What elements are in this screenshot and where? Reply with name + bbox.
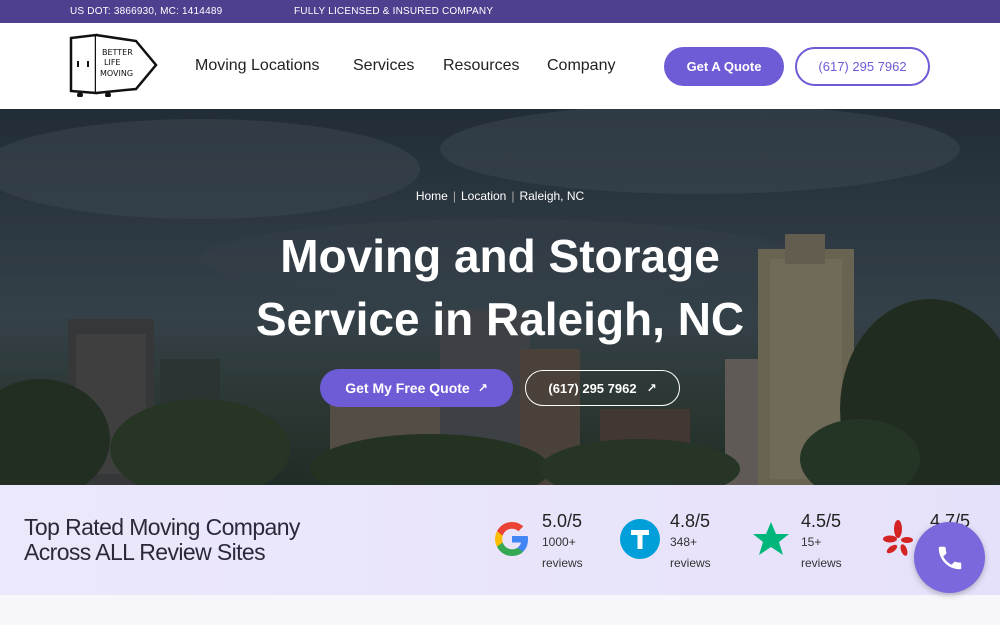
thumbtack-label: reviews xyxy=(670,556,711,570)
breadcrumb: Home | Location | Raleigh, NC xyxy=(415,189,585,203)
phone-icon xyxy=(938,546,961,569)
thumbtack-icon xyxy=(620,519,660,559)
thumbtack-score: 4.8/5 xyxy=(670,511,711,531)
nav-resources[interactable]: Resources xyxy=(443,57,519,75)
dot-mc-text: US DOT: 3866930, MC: 1414489 xyxy=(70,6,223,17)
get-a-quote-button[interactable]: Get A Quote xyxy=(664,47,784,86)
breadcrumb-current: Raleigh, NC xyxy=(519,189,585,203)
google-count: 1000+ xyxy=(542,535,576,549)
review-ratings-strip: Top Rated Moving Company Across ALL Revi… xyxy=(0,485,1000,595)
top-info-bar: US DOT: 3866930, MC: 1414489 FULLY LICEN… xyxy=(0,0,1000,23)
arrow-up-right-icon: ↗ xyxy=(646,381,657,395)
licensed-text: FULLY LICENSED & INSURED COMPANY xyxy=(294,6,494,17)
svg-text:BETTER: BETTER xyxy=(102,48,133,57)
google-icon xyxy=(495,522,528,556)
site-header: BETTER LIFE MOVING Moving Locations Serv… xyxy=(0,23,1000,109)
google-score: 5.0/5 xyxy=(542,511,583,531)
hero-phone-button[interactable]: (617) 295 7962 ↗ xyxy=(525,370,680,406)
nav-company[interactable]: Company xyxy=(547,57,615,75)
thumbtack-count: 348+ xyxy=(670,535,698,549)
svg-text:MOVING: MOVING xyxy=(100,69,133,78)
hero-section: Home | Location | Raleigh, NC Moving and Sto… xyxy=(0,109,1000,485)
header-phone-button[interactable]: (617) 295 7962 xyxy=(795,47,930,86)
free-quote-button[interactable]: Get My Free Quote ↗ xyxy=(320,369,513,407)
floating-call-button[interactable] xyxy=(914,522,985,593)
google-label: reviews xyxy=(542,556,583,570)
trustpilot-label: reviews xyxy=(801,556,842,570)
nav-moving-locations[interactable]: Moving Locations xyxy=(195,57,320,75)
breadcrumb-home[interactable]: Home xyxy=(416,189,448,203)
page-title: Moving and Storage Service in Raleigh, N… xyxy=(255,230,745,345)
trustpilot-count: 15+ xyxy=(801,535,822,549)
next-section-preview xyxy=(0,595,1000,625)
svg-text:LIFE: LIFE xyxy=(104,58,120,67)
arrow-up-right-icon: ↗ xyxy=(477,381,488,395)
trustpilot-score: 4.5/5 xyxy=(801,511,842,531)
reviews-heading: Top Rated Moving Company Across ALL Revi… xyxy=(24,514,300,565)
company-logo[interactable]: BETTER LIFE MOVING xyxy=(68,33,158,98)
breadcrumb-location[interactable]: Location xyxy=(461,189,506,203)
trustpilot-star-icon xyxy=(753,522,789,555)
nav-services[interactable]: Services xyxy=(353,57,414,75)
